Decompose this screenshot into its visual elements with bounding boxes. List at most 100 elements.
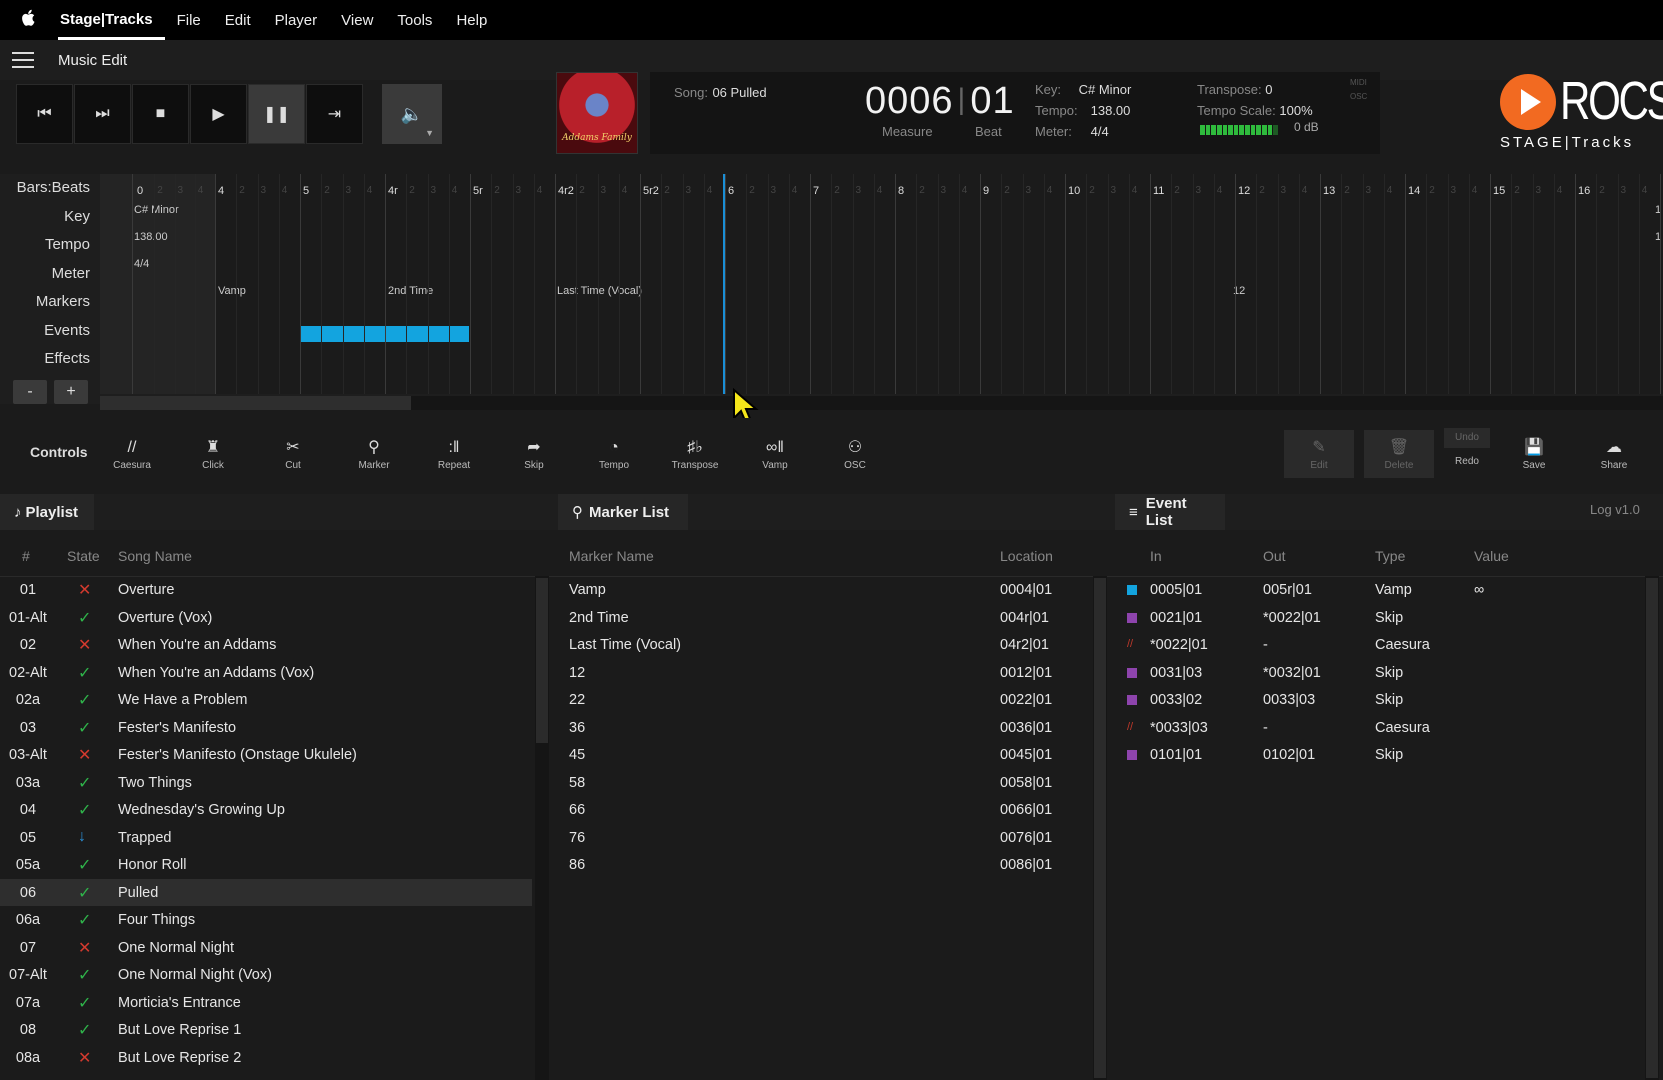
marker-list-scrollbar[interactable] bbox=[1093, 576, 1107, 1080]
marker-vamp[interactable]: Vamp bbox=[218, 285, 246, 297]
timeline-bar-label[interactable]: 0 bbox=[137, 185, 143, 197]
col-out[interactable]: Out bbox=[1263, 548, 1286, 564]
playlist-row[interactable]: 05 ↓ Trapped bbox=[0, 824, 532, 852]
timeline-bar-label[interactable]: 10 bbox=[1068, 185, 1080, 197]
event-row[interactable]: 0021|01 *0022|01 Skip bbox=[1115, 604, 1643, 632]
timeline-bar-label[interactable]: 6 bbox=[728, 185, 734, 197]
timeline-bar-label[interactable]: 12 bbox=[1238, 185, 1250, 197]
event-row[interactable]: 0031|03 *0032|01 Skip bbox=[1115, 659, 1643, 687]
zoom-out-button[interactable]: - bbox=[13, 380, 47, 404]
timeline-bar-label[interactable]: 13 bbox=[1323, 185, 1335, 197]
marker-row[interactable]: 2nd Time 004r|01 bbox=[558, 604, 1090, 632]
col-location[interactable]: Location bbox=[1000, 548, 1053, 564]
timeline-bar-label[interactable]: 4r bbox=[388, 185, 398, 197]
col-type[interactable]: Type bbox=[1375, 548, 1405, 564]
col-value[interactable]: Value bbox=[1474, 548, 1509, 564]
timeline-bar-label[interactable]: 7 bbox=[813, 185, 819, 197]
next-song-button[interactable]: ⏭ bbox=[74, 84, 131, 144]
playlist-row[interactable]: 07-Alt ✓ One Normal Night (Vox) bbox=[0, 961, 532, 989]
marker-row[interactable]: 36 0036|01 bbox=[558, 714, 1090, 742]
timeline-bar-label[interactable]: 11 bbox=[1153, 185, 1164, 197]
volume-button[interactable]: 🔈 ▼ bbox=[382, 84, 442, 144]
menu-tools[interactable]: Tools bbox=[385, 12, 444, 29]
edit-button[interactable]: ✎ Edit bbox=[1284, 430, 1354, 478]
playlist-row[interactable]: 04 ✓ Wednesday's Growing Up bbox=[0, 796, 532, 824]
stop-button[interactable]: ■ bbox=[132, 84, 189, 144]
timeline-bar-label[interactable]: 15 bbox=[1493, 185, 1505, 197]
playlist-row[interactable]: 02-Alt ✓ When You're an Addams (Vox) bbox=[0, 659, 532, 687]
menu-help[interactable]: Help bbox=[444, 12, 499, 29]
undo-button[interactable]: Undo bbox=[1444, 428, 1490, 448]
vamp-button[interactable]: ∞‖ Vamp bbox=[743, 430, 807, 478]
marker-row[interactable]: 66 0066|01 bbox=[558, 796, 1090, 824]
skip-to-end-button[interactable]: ⇥ bbox=[306, 84, 363, 144]
tab-event-list[interactable]: ≡ Event List bbox=[1115, 494, 1225, 530]
delete-button[interactable]: 🗑 Delete bbox=[1364, 430, 1434, 478]
col-state[interactable]: State bbox=[67, 548, 100, 564]
osc-button[interactable]: ⚇ OSC bbox=[823, 430, 887, 478]
zoom-in-button[interactable]: + bbox=[54, 380, 88, 404]
playlist-row[interactable]: 03a ✓ Two Things bbox=[0, 769, 532, 797]
menu-file[interactable]: File bbox=[165, 12, 213, 29]
marker-row[interactable]: Last Time (Vocal) 04r2|01 bbox=[558, 631, 1090, 659]
skip-button[interactable]: ➦ Skip bbox=[502, 430, 566, 478]
skip-to-start-button[interactable]: ⏮ bbox=[16, 84, 73, 144]
hamburger-menu-icon[interactable] bbox=[12, 52, 34, 68]
apple-icon[interactable] bbox=[0, 9, 58, 32]
marker-button[interactable]: ⚲ Marker bbox=[342, 430, 406, 478]
event-row[interactable]: 0005|01 005r|01 Vamp ∞ bbox=[1115, 576, 1643, 604]
playlist-row[interactable]: 03 ✓ Fester's Manifesto bbox=[0, 714, 532, 742]
playlist-row[interactable]: 06a ✓ Four Things bbox=[0, 906, 532, 934]
timeline-bar-label[interactable]: 5r bbox=[473, 185, 483, 197]
menu-edit[interactable]: Edit bbox=[213, 12, 263, 29]
menu-player[interactable]: Player bbox=[263, 12, 330, 29]
menu-view[interactable]: View bbox=[329, 12, 385, 29]
marker-scroll-thumb[interactable] bbox=[1094, 578, 1106, 1078]
playlist-scrollbar[interactable] bbox=[535, 576, 549, 1080]
tab-marker-list[interactable]: ⚲ Marker List bbox=[558, 494, 688, 530]
tab-playlist[interactable]: ♪ Playlist bbox=[0, 494, 94, 530]
playlist-row[interactable]: 07a ✓ Morticia's Entrance bbox=[0, 989, 532, 1017]
playlist-row[interactable]: 06 ✓ Pulled bbox=[0, 878, 532, 906]
marker-last-time-vocal[interactable]: Last Time (Vocal) bbox=[557, 285, 642, 297]
redo-button[interactable]: Redo bbox=[1444, 456, 1490, 467]
marker-row[interactable]: 86 0086|01 bbox=[558, 851, 1090, 879]
playlist-row[interactable]: 03-Alt ✕ Fester's Manifesto (Onstage Ukule… bbox=[0, 741, 532, 769]
app-name[interactable]: Stage|Tracks bbox=[58, 0, 165, 40]
playlist-row[interactable]: 01 ✕ Overture bbox=[0, 576, 532, 604]
timeline-bar-label[interactable]: 14 bbox=[1408, 185, 1420, 197]
playlist-row[interactable]: 05a ✓ Honor Roll bbox=[0, 851, 532, 879]
share-button[interactable]: ☁ Share bbox=[1582, 430, 1646, 478]
col-song-name[interactable]: Song Name bbox=[118, 548, 192, 564]
marker-row[interactable]: 58 0058|01 bbox=[558, 769, 1090, 797]
timeline-bar-label[interactable]: 5 bbox=[303, 185, 309, 197]
playlist-row[interactable]: 02 ✕ When You're an Addams bbox=[0, 631, 532, 659]
event-row[interactable]: // *0033|03 - Caesura bbox=[1115, 714, 1643, 742]
event-row[interactable]: 0101|01 0102|01 Skip bbox=[1115, 741, 1643, 769]
tempo-button[interactable]: ◔ Tempo bbox=[582, 430, 646, 478]
pause-button[interactable]: ❚❚ bbox=[248, 84, 305, 144]
play-button[interactable]: ▶ bbox=[190, 84, 247, 144]
playlist-row[interactable]: 02a ✓ We Have a Problem bbox=[0, 686, 532, 714]
caesura-button[interactable]: // Caesura bbox=[100, 430, 164, 478]
marker-row[interactable]: 76 0076|01 bbox=[558, 824, 1090, 852]
col-marker-name[interactable]: Marker Name bbox=[569, 548, 654, 564]
event-list-scrollbar[interactable] bbox=[1645, 576, 1659, 1080]
marker-row[interactable]: 22 0022|01 bbox=[558, 686, 1090, 714]
timeline-bar-label[interactable]: 4r2 bbox=[558, 185, 574, 197]
marker-row[interactable]: Vamp 0004|01 bbox=[558, 576, 1090, 604]
cut-button[interactable]: ✂ Cut bbox=[261, 430, 325, 478]
event-scroll-thumb[interactable] bbox=[1646, 578, 1658, 1078]
playlist-row[interactable]: 01-Alt ✓ Overture (Vox) bbox=[0, 604, 532, 632]
event-row[interactable]: 0033|02 0033|03 Skip bbox=[1115, 686, 1643, 714]
event-row[interactable]: // *0022|01 - Caesura bbox=[1115, 631, 1643, 659]
col-in[interactable]: In bbox=[1150, 548, 1162, 564]
playlist-row[interactable]: 07 ✕ One Normal Night bbox=[0, 934, 532, 962]
marker-row[interactable]: 45 0045|01 bbox=[558, 741, 1090, 769]
save-button[interactable]: 💾 Save bbox=[1502, 430, 1566, 478]
timeline-scrollbar[interactable] bbox=[100, 396, 1663, 410]
col-number[interactable]: # bbox=[22, 548, 30, 564]
timeline-scroll-thumb[interactable] bbox=[100, 396, 411, 410]
timeline-bar-label[interactable]: 8 bbox=[898, 185, 904, 197]
transpose-button[interactable]: ♯♭ Transpose bbox=[663, 430, 727, 478]
